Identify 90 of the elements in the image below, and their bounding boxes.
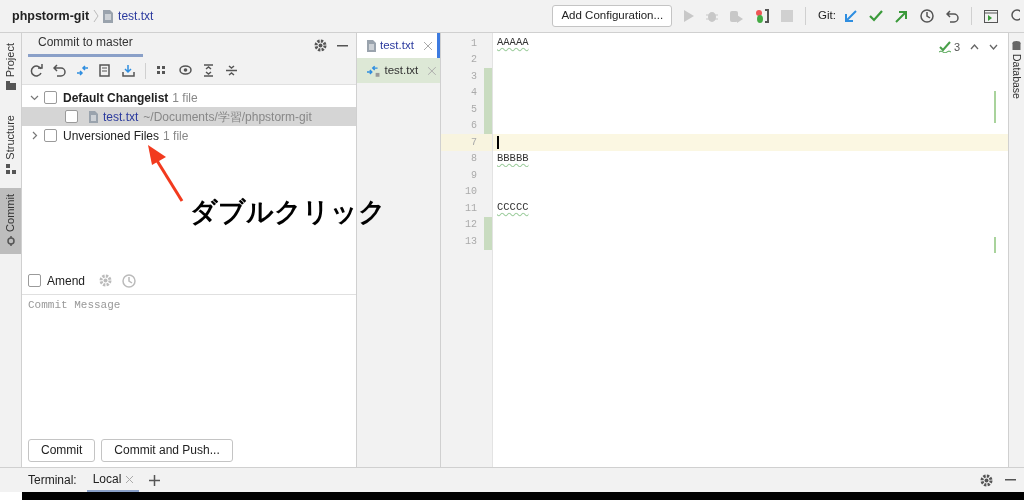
eye-icon[interactable] bbox=[179, 64, 192, 77]
editor-tab[interactable]: test.txt bbox=[357, 33, 440, 58]
file-icon bbox=[367, 39, 376, 52]
changelist-icon[interactable] bbox=[99, 64, 112, 77]
commit-check-icon[interactable] bbox=[869, 10, 883, 22]
commit-button[interactable]: Commit and Push... bbox=[101, 438, 233, 462]
close-icon[interactable] bbox=[428, 66, 436, 75]
checkbox[interactable] bbox=[65, 110, 78, 123]
scroll-change-marker bbox=[994, 91, 996, 123]
close-icon[interactable] bbox=[126, 475, 134, 483]
add-configuration-button[interactable]: Add Configuration... bbox=[552, 5, 673, 27]
checkbox[interactable] bbox=[44, 129, 57, 142]
code-line: AAAAA bbox=[497, 35, 529, 51]
annotation-text: ダブルクリック bbox=[190, 195, 386, 229]
tool-window-tab[interactable]: Project bbox=[0, 37, 21, 98]
amend-label: Amend bbox=[47, 272, 86, 290]
push-arrow-icon[interactable] bbox=[895, 9, 908, 23]
expand-all-icon[interactable] bbox=[202, 64, 215, 77]
debug-attach-icon[interactable] bbox=[755, 9, 770, 23]
changelist-name: Unversioned Files bbox=[63, 127, 160, 145]
tool-window-tab[interactable]: Database bbox=[1008, 41, 1024, 99]
rollback-icon[interactable] bbox=[946, 9, 959, 23]
collapse-all-icon[interactable] bbox=[225, 64, 238, 77]
refresh-icon[interactable] bbox=[30, 64, 43, 77]
tree-row[interactable]: Unversioned Files 1 file bbox=[22, 126, 356, 145]
minimize-icon[interactable] bbox=[337, 45, 348, 47]
project-name[interactable]: phpstorm-git bbox=[12, 6, 90, 26]
file-icon bbox=[103, 9, 114, 23]
close-icon[interactable] bbox=[423, 41, 432, 50]
file-count: 1 file bbox=[172, 89, 198, 107]
chevron-down-icon[interactable] bbox=[30, 93, 39, 102]
line-number: 7 bbox=[470, 135, 477, 150]
annotation-arrow bbox=[148, 145, 184, 202]
checkbox[interactable] bbox=[44, 91, 57, 104]
tree-row[interactable]: Default Changelist 1 file bbox=[22, 88, 356, 107]
line-number: 12 bbox=[464, 218, 477, 233]
update-arrow-icon[interactable] bbox=[844, 9, 857, 23]
checkbox[interactable] bbox=[28, 274, 41, 287]
line-number: 6 bbox=[470, 119, 477, 134]
folder-icon bbox=[5, 81, 16, 92]
change-marker[interactable] bbox=[484, 233, 492, 250]
database-icon bbox=[1012, 41, 1021, 51]
tree-row[interactable]: test.txt ~/Documents/学習/phpstorm-git bbox=[22, 107, 356, 126]
line-number: 4 bbox=[470, 86, 477, 101]
scroll-change-marker bbox=[994, 237, 996, 253]
settings-icon[interactable] bbox=[314, 39, 327, 52]
code-line: CCCCC bbox=[497, 200, 529, 216]
line-number: 2 bbox=[470, 53, 477, 68]
line-number: 5 bbox=[470, 102, 477, 117]
line-number: 11 bbox=[464, 201, 477, 216]
code-line: BBBBB bbox=[497, 150, 529, 166]
diff-arrows-icon bbox=[367, 64, 381, 77]
inspection-count[interactable]: 3 bbox=[953, 39, 960, 56]
undo-icon[interactable] bbox=[53, 64, 66, 77]
text-caret bbox=[497, 135, 499, 149]
change-marker[interactable] bbox=[484, 216, 492, 233]
minimize-icon[interactable] bbox=[1005, 479, 1016, 481]
chevron-right-icon[interactable] bbox=[30, 131, 39, 140]
commit-icon bbox=[5, 235, 16, 246]
shelve-icon[interactable] bbox=[122, 64, 135, 77]
changelist-name: Default Changelist bbox=[63, 89, 169, 107]
terminal-label: Terminal: bbox=[28, 472, 77, 489]
commit-button[interactable]: Commit bbox=[28, 438, 96, 462]
inspection-check-icon bbox=[938, 41, 951, 54]
line-number: 1 bbox=[470, 36, 477, 51]
line-number: 3 bbox=[470, 69, 477, 84]
line-number: 9 bbox=[470, 168, 477, 183]
line-number: 8 bbox=[470, 152, 477, 167]
chevron-up-icon[interactable] bbox=[970, 44, 979, 51]
settings-icon[interactable] bbox=[980, 473, 993, 487]
history-icon[interactable] bbox=[920, 9, 934, 23]
file-name[interactable]: test.txt bbox=[118, 7, 154, 25]
line-number: 13 bbox=[464, 234, 477, 249]
editor-tab[interactable]: test.txt bbox=[357, 58, 440, 83]
file-icon bbox=[89, 110, 98, 123]
diff-arrows-icon[interactable] bbox=[76, 64, 89, 77]
add-icon[interactable] bbox=[149, 474, 161, 486]
tool-window-tab[interactable]: Structure bbox=[0, 109, 21, 180]
change-marker[interactable] bbox=[484, 117, 492, 134]
file-count: 1 file bbox=[163, 127, 189, 145]
file-name: test.txt bbox=[103, 108, 139, 126]
breadcrumb-separator-icon bbox=[92, 9, 101, 23]
line-number: 10 bbox=[464, 185, 477, 200]
change-marker[interactable] bbox=[484, 68, 492, 85]
tool-window-tab[interactable]: Commit bbox=[0, 187, 21, 254]
git-label: Git: bbox=[818, 8, 836, 24]
file-path: ~/Documents/学習/phpstorm-git bbox=[143, 108, 312, 126]
terminal-window-icon[interactable] bbox=[984, 9, 998, 23]
structure-icon bbox=[5, 163, 16, 174]
chevron-down-icon[interactable] bbox=[989, 44, 998, 51]
